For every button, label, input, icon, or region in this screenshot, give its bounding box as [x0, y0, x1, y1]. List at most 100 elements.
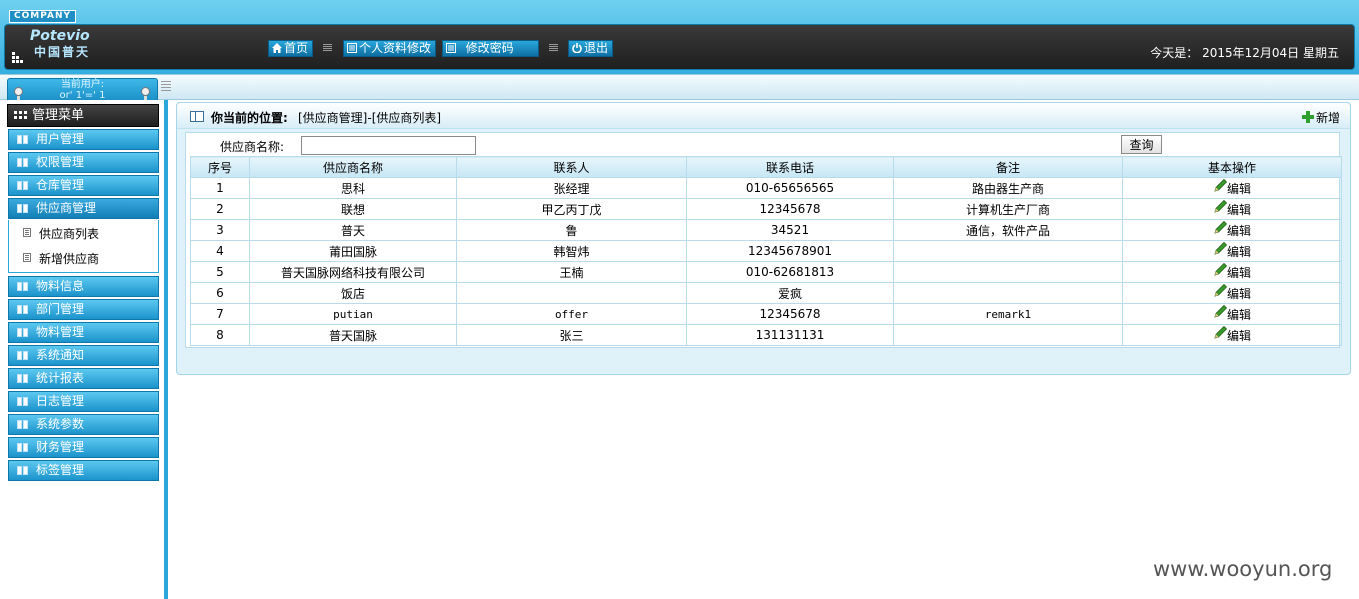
table-row: 6 饭店 爱疯 编辑 [190, 282, 1342, 304]
column-header: 备注 [893, 156, 1123, 178]
sidebar-item-user-management[interactable]: 用户管理 [8, 129, 159, 150]
table-cell: 4 [190, 240, 250, 262]
current-user-label: 当前用户: [60, 79, 105, 90]
sidebar-item-label: 供应商管理 [36, 201, 97, 215]
supplier-table: 序号 供应商名称 联系人 联系电话 备注 基本操作 1 思科 张经理 010-6565… [190, 156, 1342, 346]
add-button[interactable]: 新增 [1301, 109, 1340, 126]
sidebar-item-finance-management[interactable]: 财务管理 [8, 437, 159, 458]
table-cell: 张三 [456, 324, 687, 346]
sidebar-item-log-management[interactable]: 日志管理 [8, 391, 159, 412]
edit-link-label: 编辑 [1226, 328, 1251, 343]
action-cell: 编辑 [1122, 198, 1342, 220]
book-icon [17, 351, 30, 360]
edit-link[interactable]: 编辑 [1213, 304, 1251, 322]
sidebar-item-department-management[interactable]: 部门管理 [8, 299, 159, 320]
edit-link-label: 编辑 [1226, 202, 1251, 217]
sidebar-item-label: 系统通知 [36, 348, 85, 362]
table-row: 8 普天国脉 张三 131131131 编辑 [190, 324, 1342, 346]
edit-link-label: 编辑 [1226, 244, 1251, 259]
action-cell: 编辑 [1122, 282, 1342, 304]
book-icon [17, 443, 30, 452]
home-icon [272, 43, 282, 53]
table-cell: 思科 [249, 177, 457, 199]
query-button[interactable]: 查询 [1121, 135, 1162, 154]
edit-link-label: 编辑 [1226, 265, 1251, 280]
table-cell: 6 [190, 282, 250, 304]
table-cell: 8 [190, 324, 250, 346]
sidebar-item-label: 财务管理 [36, 440, 85, 454]
column-header: 联系电话 [686, 156, 894, 178]
edit-link[interactable]: 编辑 [1213, 283, 1251, 301]
plus-icon [1301, 111, 1314, 123]
sidebar-item-label: 用户管理 [36, 132, 85, 146]
table-cell [893, 261, 1123, 283]
book-icon [17, 181, 30, 190]
sidebar-item-system-notice[interactable]: 系统通知 [8, 345, 159, 366]
action-cell: 编辑 [1122, 261, 1342, 283]
table-cell: 甲乙丙丁戊 [456, 198, 687, 220]
pencil-icon [1214, 262, 1228, 276]
edit-link[interactable]: 编辑 [1213, 178, 1251, 196]
table-cell: offer [456, 303, 687, 325]
edit-link[interactable]: 编辑 [1213, 262, 1251, 280]
sidebar-item-permission-management[interactable]: 权限管理 [8, 152, 159, 173]
sidebar-item-label: 标签管理 [36, 463, 85, 477]
sidebar-item-label: 系统参数 [36, 417, 85, 431]
menu-header-title: 管理菜单 [32, 108, 85, 123]
add-button-label: 新增 [1315, 111, 1340, 125]
column-header: 供应商名称 [249, 156, 457, 178]
page-icon [23, 253, 31, 262]
action-cell: 编辑 [1122, 177, 1342, 199]
table-cell: 010-62681813 [686, 261, 894, 283]
nav-password-button[interactable]: 修改密码 [442, 40, 539, 57]
edit-link-label: 编辑 [1226, 223, 1251, 238]
current-user-box: 当前用户: or' 1'=' 1 [7, 78, 158, 104]
nav-profile-button[interactable]: 个人资料修改 [343, 40, 437, 57]
location-icon [190, 111, 204, 122]
submenu-item-add-supplier[interactable]: 新增供应商 [21, 250, 99, 267]
table-cell [893, 240, 1123, 262]
sidebar-item-tag-management[interactable]: 标签管理 [8, 460, 159, 481]
document-icon [446, 43, 456, 53]
sidebar-item-system-params[interactable]: 系统参数 [8, 414, 159, 435]
table-cell: 张经理 [456, 177, 687, 199]
edit-link[interactable]: 编辑 [1213, 241, 1251, 259]
book-icon [17, 135, 30, 144]
table-cell: 韩智炜 [456, 240, 687, 262]
edit-link[interactable]: 编辑 [1213, 199, 1251, 217]
edit-link[interactable]: 编辑 [1213, 325, 1251, 343]
nav-home-label: 首页 [284, 41, 309, 55]
table-cell: 7 [190, 303, 250, 325]
sidebar-collapse-handle[interactable] [161, 81, 171, 95]
table-cell: 普天国脉 [249, 324, 457, 346]
table-cell: 131131131 [686, 324, 894, 346]
edit-link[interactable]: 编辑 [1213, 220, 1251, 238]
sidebar-item-supplier-management[interactable]: 供应商管理 [8, 198, 159, 219]
book-icon [17, 374, 30, 383]
sidebar-item-material-info[interactable]: 物料信息 [8, 276, 159, 297]
table-cell: 联想 [249, 198, 457, 220]
supplier-submenu: 供应商列表 新增供应商 [8, 220, 159, 273]
sidebar-item-label: 权限管理 [36, 155, 85, 169]
table-row: 5 普天国脉网络科技有限公司 王楠 010-62681813 编辑 [190, 261, 1342, 283]
sidebar-item-statistics-report[interactable]: 统计报表 [8, 368, 159, 389]
pencil-icon [1214, 304, 1228, 318]
table-cell: 鲁 [456, 219, 687, 241]
table-cell: 3 [190, 219, 250, 241]
sidebar-item-label: 部门管理 [36, 302, 85, 316]
book-icon [17, 204, 30, 213]
sidebar-item-material-management[interactable]: 物料管理 [8, 322, 159, 343]
sidebar-item-label: 物料管理 [36, 325, 85, 339]
nav-logout-button[interactable]: 退出 [568, 40, 614, 57]
document-icon [347, 43, 357, 53]
table-cell: 通信，软件产品 [893, 219, 1123, 241]
column-header: 基本操作 [1122, 156, 1342, 178]
submenu-item-supplier-list[interactable]: 供应商列表 [21, 225, 99, 242]
sidebar-item-warehouse-management[interactable]: 仓库管理 [8, 175, 159, 196]
pencil-icon [1214, 241, 1228, 255]
supplier-name-input[interactable] [301, 136, 476, 155]
table-row: 7 putian offer 12345678 remark1 编辑 [190, 303, 1342, 325]
table-row: 3 普天鲁 34521 通信，软件产品 编辑 [190, 219, 1342, 241]
nav-home-button[interactable]: 首页 [268, 40, 314, 57]
table-cell [893, 324, 1123, 346]
